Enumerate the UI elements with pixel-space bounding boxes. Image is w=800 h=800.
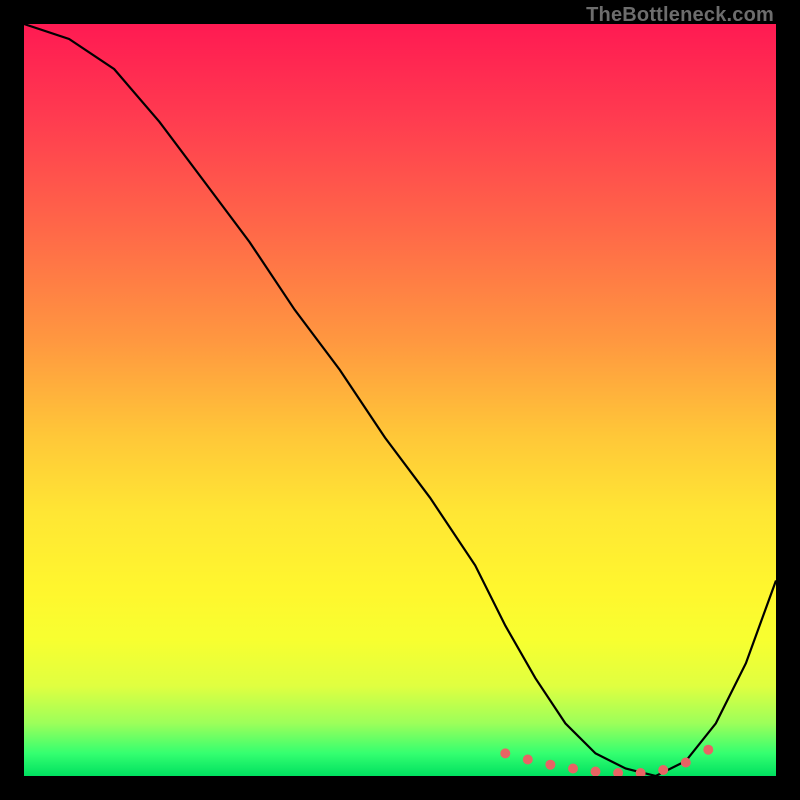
marker-point (681, 758, 691, 768)
plot-area (24, 24, 776, 776)
marker-point (523, 755, 533, 765)
marker-point (613, 768, 623, 776)
marker-point (591, 767, 601, 777)
marker-point (636, 768, 646, 776)
chart-svg (24, 24, 776, 776)
bottleneck-curve (24, 24, 776, 776)
marker-point (500, 748, 510, 758)
chart-frame: TheBottleneck.com (0, 0, 800, 800)
marker-point (658, 765, 668, 775)
marker-point (703, 745, 713, 755)
highlight-markers (500, 745, 713, 776)
marker-point (568, 764, 578, 774)
marker-point (545, 760, 555, 770)
